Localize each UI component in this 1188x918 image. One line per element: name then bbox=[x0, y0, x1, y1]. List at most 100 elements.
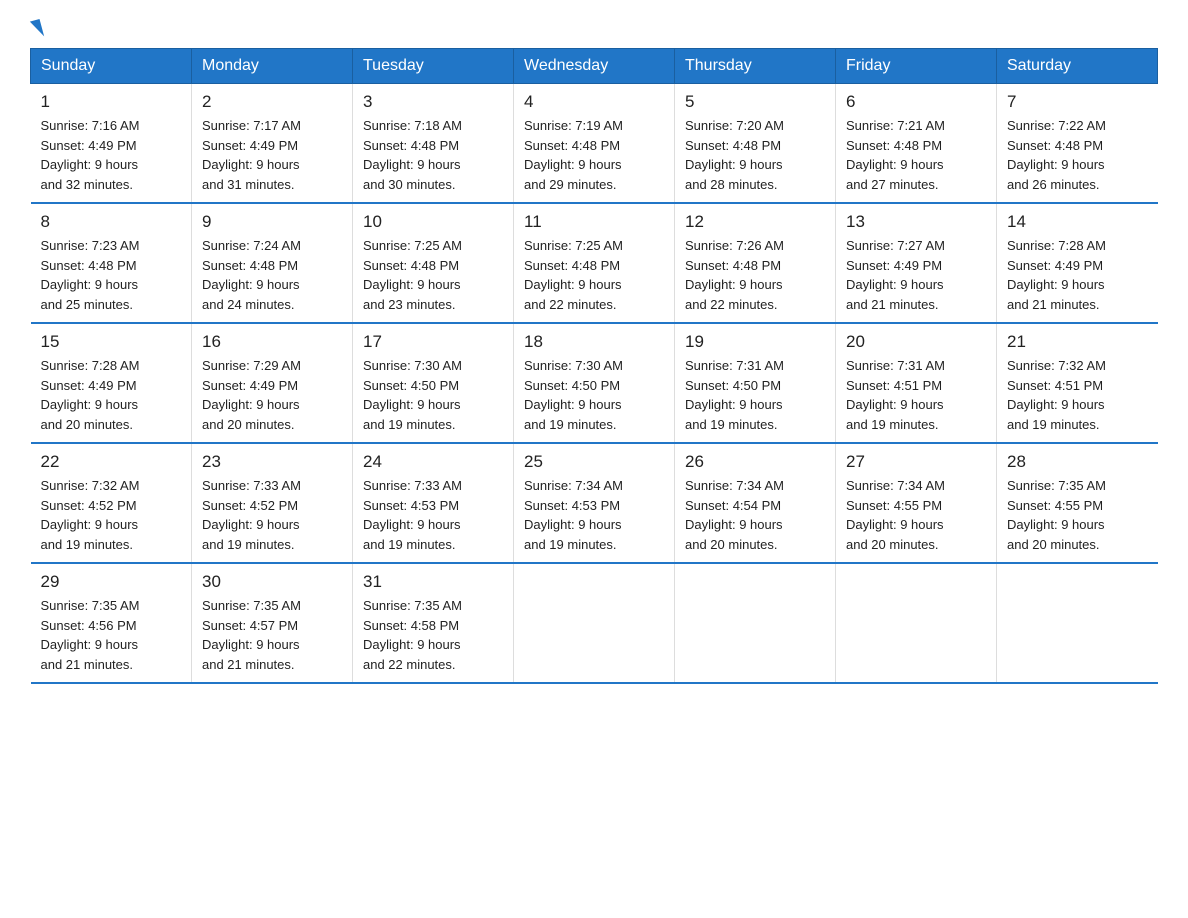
calendar-week-3: 15 Sunrise: 7:28 AMSunset: 4:49 PMDaylig… bbox=[31, 323, 1158, 443]
day-info: Sunrise: 7:34 AMSunset: 4:55 PMDaylight:… bbox=[846, 478, 945, 552]
calendar-cell bbox=[836, 563, 997, 683]
day-info: Sunrise: 7:20 AMSunset: 4:48 PMDaylight:… bbox=[685, 118, 784, 192]
day-info: Sunrise: 7:31 AMSunset: 4:50 PMDaylight:… bbox=[685, 358, 784, 432]
day-info: Sunrise: 7:26 AMSunset: 4:48 PMDaylight:… bbox=[685, 238, 784, 312]
calendar-cell: 13 Sunrise: 7:27 AMSunset: 4:49 PMDaylig… bbox=[836, 203, 997, 323]
day-number: 27 bbox=[846, 452, 986, 472]
day-number: 24 bbox=[363, 452, 503, 472]
calendar-cell: 25 Sunrise: 7:34 AMSunset: 4:53 PMDaylig… bbox=[514, 443, 675, 563]
calendar-cell: 23 Sunrise: 7:33 AMSunset: 4:52 PMDaylig… bbox=[192, 443, 353, 563]
day-info: Sunrise: 7:35 AMSunset: 4:57 PMDaylight:… bbox=[202, 598, 301, 672]
calendar-cell bbox=[514, 563, 675, 683]
day-info: Sunrise: 7:21 AMSunset: 4:48 PMDaylight:… bbox=[846, 118, 945, 192]
calendar-cell: 29 Sunrise: 7:35 AMSunset: 4:56 PMDaylig… bbox=[31, 563, 192, 683]
day-info: Sunrise: 7:25 AMSunset: 4:48 PMDaylight:… bbox=[363, 238, 462, 312]
calendar-cell: 19 Sunrise: 7:31 AMSunset: 4:50 PMDaylig… bbox=[675, 323, 836, 443]
day-number: 31 bbox=[363, 572, 503, 592]
day-info: Sunrise: 7:31 AMSunset: 4:51 PMDaylight:… bbox=[846, 358, 945, 432]
day-info: Sunrise: 7:24 AMSunset: 4:48 PMDaylight:… bbox=[202, 238, 301, 312]
calendar-header: SundayMondayTuesdayWednesdayThursdayFrid… bbox=[31, 49, 1158, 84]
day-info: Sunrise: 7:34 AMSunset: 4:53 PMDaylight:… bbox=[524, 478, 623, 552]
day-number: 29 bbox=[41, 572, 182, 592]
calendar-week-1: 1 Sunrise: 7:16 AMSunset: 4:49 PMDayligh… bbox=[31, 84, 1158, 204]
calendar-cell: 28 Sunrise: 7:35 AMSunset: 4:55 PMDaylig… bbox=[997, 443, 1158, 563]
calendar-cell: 21 Sunrise: 7:32 AMSunset: 4:51 PMDaylig… bbox=[997, 323, 1158, 443]
logo bbox=[30, 20, 42, 38]
day-info: Sunrise: 7:28 AMSunset: 4:49 PMDaylight:… bbox=[41, 358, 140, 432]
calendar-cell: 1 Sunrise: 7:16 AMSunset: 4:49 PMDayligh… bbox=[31, 84, 192, 204]
calendar-cell: 30 Sunrise: 7:35 AMSunset: 4:57 PMDaylig… bbox=[192, 563, 353, 683]
day-info: Sunrise: 7:30 AMSunset: 4:50 PMDaylight:… bbox=[524, 358, 623, 432]
column-header-sunday: Sunday bbox=[31, 49, 192, 84]
day-info: Sunrise: 7:23 AMSunset: 4:48 PMDaylight:… bbox=[41, 238, 140, 312]
day-number: 13 bbox=[846, 212, 986, 232]
day-number: 19 bbox=[685, 332, 825, 352]
day-number: 11 bbox=[524, 212, 664, 232]
calendar-cell bbox=[675, 563, 836, 683]
day-number: 30 bbox=[202, 572, 342, 592]
day-number: 6 bbox=[846, 92, 986, 112]
calendar-cell: 14 Sunrise: 7:28 AMSunset: 4:49 PMDaylig… bbox=[997, 203, 1158, 323]
calendar-week-4: 22 Sunrise: 7:32 AMSunset: 4:52 PMDaylig… bbox=[31, 443, 1158, 563]
calendar-cell: 2 Sunrise: 7:17 AMSunset: 4:49 PMDayligh… bbox=[192, 84, 353, 204]
day-info: Sunrise: 7:22 AMSunset: 4:48 PMDaylight:… bbox=[1007, 118, 1106, 192]
day-number: 26 bbox=[685, 452, 825, 472]
day-number: 21 bbox=[1007, 332, 1148, 352]
page-header bbox=[30, 20, 1158, 38]
day-number: 22 bbox=[41, 452, 182, 472]
day-number: 8 bbox=[41, 212, 182, 232]
day-number: 10 bbox=[363, 212, 503, 232]
day-number: 18 bbox=[524, 332, 664, 352]
day-info: Sunrise: 7:19 AMSunset: 4:48 PMDaylight:… bbox=[524, 118, 623, 192]
day-info: Sunrise: 7:33 AMSunset: 4:53 PMDaylight:… bbox=[363, 478, 462, 552]
day-info: Sunrise: 7:27 AMSunset: 4:49 PMDaylight:… bbox=[846, 238, 945, 312]
calendar-cell: 24 Sunrise: 7:33 AMSunset: 4:53 PMDaylig… bbox=[353, 443, 514, 563]
column-header-thursday: Thursday bbox=[675, 49, 836, 84]
calendar-cell: 27 Sunrise: 7:34 AMSunset: 4:55 PMDaylig… bbox=[836, 443, 997, 563]
calendar-cell: 18 Sunrise: 7:30 AMSunset: 4:50 PMDaylig… bbox=[514, 323, 675, 443]
calendar-week-5: 29 Sunrise: 7:35 AMSunset: 4:56 PMDaylig… bbox=[31, 563, 1158, 683]
calendar-cell: 16 Sunrise: 7:29 AMSunset: 4:49 PMDaylig… bbox=[192, 323, 353, 443]
day-info: Sunrise: 7:17 AMSunset: 4:49 PMDaylight:… bbox=[202, 118, 301, 192]
day-number: 16 bbox=[202, 332, 342, 352]
calendar-table: SundayMondayTuesdayWednesdayThursdayFrid… bbox=[30, 48, 1158, 684]
day-number: 1 bbox=[41, 92, 182, 112]
day-number: 20 bbox=[846, 332, 986, 352]
calendar-cell: 20 Sunrise: 7:31 AMSunset: 4:51 PMDaylig… bbox=[836, 323, 997, 443]
column-header-tuesday: Tuesday bbox=[353, 49, 514, 84]
day-info: Sunrise: 7:32 AMSunset: 4:51 PMDaylight:… bbox=[1007, 358, 1106, 432]
calendar-cell: 17 Sunrise: 7:30 AMSunset: 4:50 PMDaylig… bbox=[353, 323, 514, 443]
calendar-cell: 15 Sunrise: 7:28 AMSunset: 4:49 PMDaylig… bbox=[31, 323, 192, 443]
day-info: Sunrise: 7:25 AMSunset: 4:48 PMDaylight:… bbox=[524, 238, 623, 312]
day-info: Sunrise: 7:35 AMSunset: 4:55 PMDaylight:… bbox=[1007, 478, 1106, 552]
calendar-cell: 8 Sunrise: 7:23 AMSunset: 4:48 PMDayligh… bbox=[31, 203, 192, 323]
day-info: Sunrise: 7:32 AMSunset: 4:52 PMDaylight:… bbox=[41, 478, 140, 552]
day-info: Sunrise: 7:18 AMSunset: 4:48 PMDaylight:… bbox=[363, 118, 462, 192]
calendar-week-2: 8 Sunrise: 7:23 AMSunset: 4:48 PMDayligh… bbox=[31, 203, 1158, 323]
calendar-cell: 31 Sunrise: 7:35 AMSunset: 4:58 PMDaylig… bbox=[353, 563, 514, 683]
day-info: Sunrise: 7:34 AMSunset: 4:54 PMDaylight:… bbox=[685, 478, 784, 552]
day-number: 28 bbox=[1007, 452, 1148, 472]
calendar-cell bbox=[997, 563, 1158, 683]
day-info: Sunrise: 7:29 AMSunset: 4:49 PMDaylight:… bbox=[202, 358, 301, 432]
calendar-cell: 6 Sunrise: 7:21 AMSunset: 4:48 PMDayligh… bbox=[836, 84, 997, 204]
day-number: 15 bbox=[41, 332, 182, 352]
day-info: Sunrise: 7:30 AMSunset: 4:50 PMDaylight:… bbox=[363, 358, 462, 432]
day-info: Sunrise: 7:35 AMSunset: 4:58 PMDaylight:… bbox=[363, 598, 462, 672]
day-info: Sunrise: 7:35 AMSunset: 4:56 PMDaylight:… bbox=[41, 598, 140, 672]
day-number: 3 bbox=[363, 92, 503, 112]
day-number: 5 bbox=[685, 92, 825, 112]
day-number: 9 bbox=[202, 212, 342, 232]
day-number: 23 bbox=[202, 452, 342, 472]
column-header-saturday: Saturday bbox=[997, 49, 1158, 84]
calendar-cell: 11 Sunrise: 7:25 AMSunset: 4:48 PMDaylig… bbox=[514, 203, 675, 323]
calendar-cell: 12 Sunrise: 7:26 AMSunset: 4:48 PMDaylig… bbox=[675, 203, 836, 323]
column-header-wednesday: Wednesday bbox=[514, 49, 675, 84]
calendar-body: 1 Sunrise: 7:16 AMSunset: 4:49 PMDayligh… bbox=[31, 84, 1158, 684]
column-header-friday: Friday bbox=[836, 49, 997, 84]
day-info: Sunrise: 7:33 AMSunset: 4:52 PMDaylight:… bbox=[202, 478, 301, 552]
calendar-cell: 4 Sunrise: 7:19 AMSunset: 4:48 PMDayligh… bbox=[514, 84, 675, 204]
day-number: 17 bbox=[363, 332, 503, 352]
day-number: 12 bbox=[685, 212, 825, 232]
day-info: Sunrise: 7:16 AMSunset: 4:49 PMDaylight:… bbox=[41, 118, 140, 192]
